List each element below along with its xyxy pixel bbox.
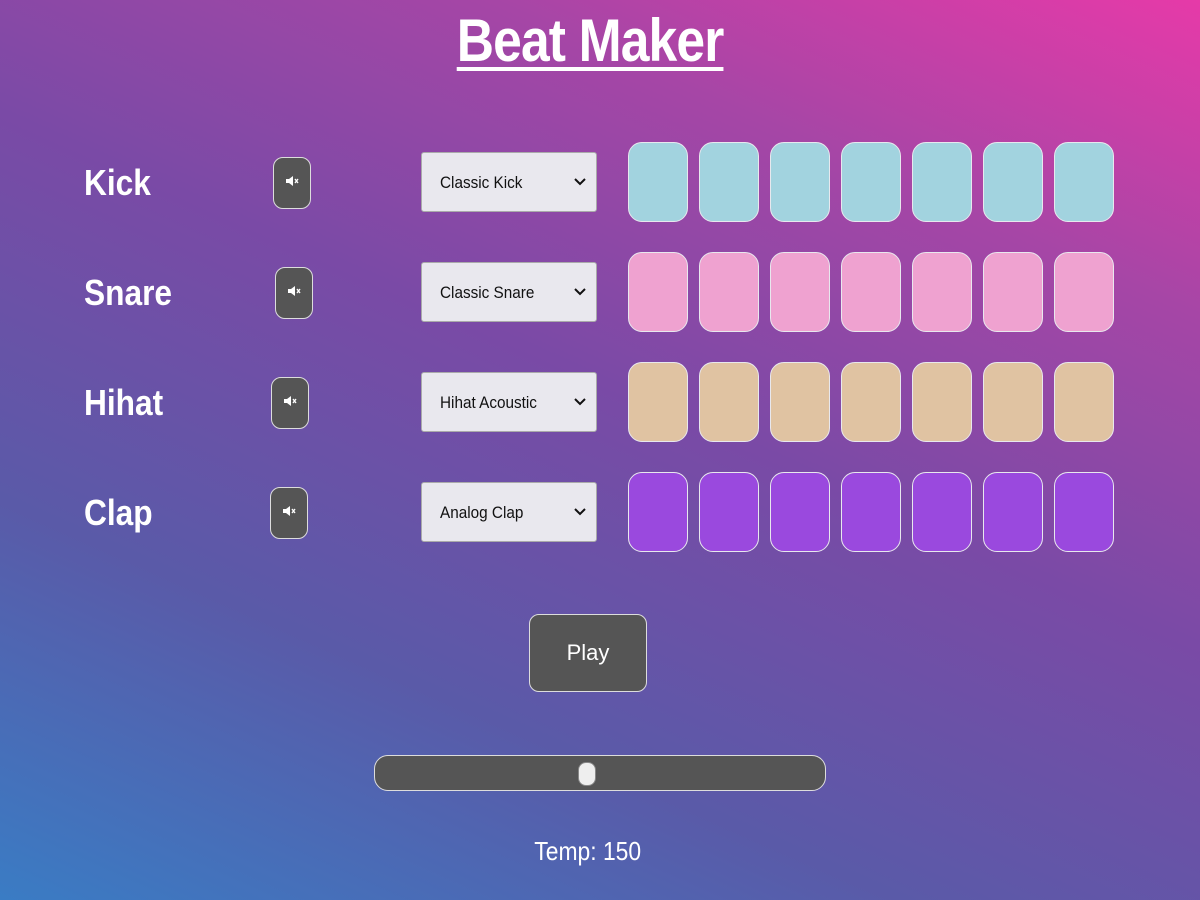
step-pad[interactable] xyxy=(841,142,901,222)
step-pad[interactable] xyxy=(912,472,972,552)
track-name: Clap xyxy=(84,492,153,533)
sound-select-value: Classic Snare xyxy=(440,283,535,302)
step-pad[interactable] xyxy=(770,362,830,442)
step-pad[interactable] xyxy=(1054,252,1114,332)
sound-select[interactable]: Hihat Acoustic xyxy=(421,372,597,432)
speaker-mute-icon xyxy=(283,394,297,413)
sound-select-value: Classic Kick xyxy=(440,173,523,192)
track-name: Hihat xyxy=(84,382,164,423)
tempo-label: Temp: 150 xyxy=(534,836,642,866)
step-pad[interactable] xyxy=(628,362,688,442)
step-pad[interactable] xyxy=(912,142,972,222)
mute-button[interactable] xyxy=(273,157,311,209)
track-row-kick: Kick Classic Kick xyxy=(0,142,1200,222)
step-pad[interactable] xyxy=(983,252,1043,332)
step-pad[interactable] xyxy=(841,252,901,332)
step-pad[interactable] xyxy=(770,252,830,332)
step-pad[interactable] xyxy=(983,362,1043,442)
step-pad[interactable] xyxy=(841,472,901,552)
chevron-down-icon xyxy=(574,508,586,516)
tempo-slider-thumb[interactable] xyxy=(577,762,596,786)
step-pad[interactable] xyxy=(770,472,830,552)
speaker-mute-icon xyxy=(282,504,296,523)
chevron-down-icon xyxy=(574,178,586,186)
speaker-mute-icon xyxy=(285,174,299,193)
chevron-down-icon xyxy=(574,288,586,296)
step-pad[interactable] xyxy=(628,142,688,222)
sound-select[interactable]: Analog Clap xyxy=(421,482,597,542)
page-title-wrap: Beat Maker xyxy=(0,6,1180,75)
tempo-slider[interactable] xyxy=(374,755,826,791)
track-row-hihat: Hihat Hihat Acoustic xyxy=(0,362,1200,442)
track-row-snare: Snare Classic Snare xyxy=(0,252,1200,332)
sound-select[interactable]: Classic Kick xyxy=(421,152,597,212)
track-name: Kick xyxy=(84,162,151,203)
step-pad[interactable] xyxy=(699,252,759,332)
step-pad[interactable] xyxy=(770,142,830,222)
track-row-clap: Clap Analog Clap xyxy=(0,472,1200,552)
speaker-mute-icon xyxy=(287,284,301,303)
step-pad[interactable] xyxy=(983,472,1043,552)
step-pad[interactable] xyxy=(628,472,688,552)
step-pad[interactable] xyxy=(1054,142,1114,222)
step-pad[interactable] xyxy=(699,472,759,552)
step-pad[interactable] xyxy=(699,362,759,442)
step-pad[interactable] xyxy=(1054,472,1114,552)
mute-button[interactable] xyxy=(275,267,313,319)
step-pad[interactable] xyxy=(841,362,901,442)
sound-select-value: Analog Clap xyxy=(440,503,524,522)
step-pad[interactable] xyxy=(912,362,972,442)
sound-select[interactable]: Classic Snare xyxy=(421,262,597,322)
tempo-label-wrap: Temp: 150 xyxy=(0,836,1176,867)
track-name: Snare xyxy=(84,272,173,313)
step-pad[interactable] xyxy=(628,252,688,332)
chevron-down-icon xyxy=(574,398,586,406)
mute-button[interactable] xyxy=(271,377,309,429)
sound-select-value: Hihat Acoustic xyxy=(440,393,537,412)
step-pad[interactable] xyxy=(983,142,1043,222)
page-title: Beat Maker xyxy=(456,7,725,74)
step-pad[interactable] xyxy=(912,252,972,332)
step-pad[interactable] xyxy=(699,142,759,222)
mute-button[interactable] xyxy=(270,487,308,539)
step-pad[interactable] xyxy=(1054,362,1114,442)
play-button[interactable]: Play xyxy=(529,614,647,692)
